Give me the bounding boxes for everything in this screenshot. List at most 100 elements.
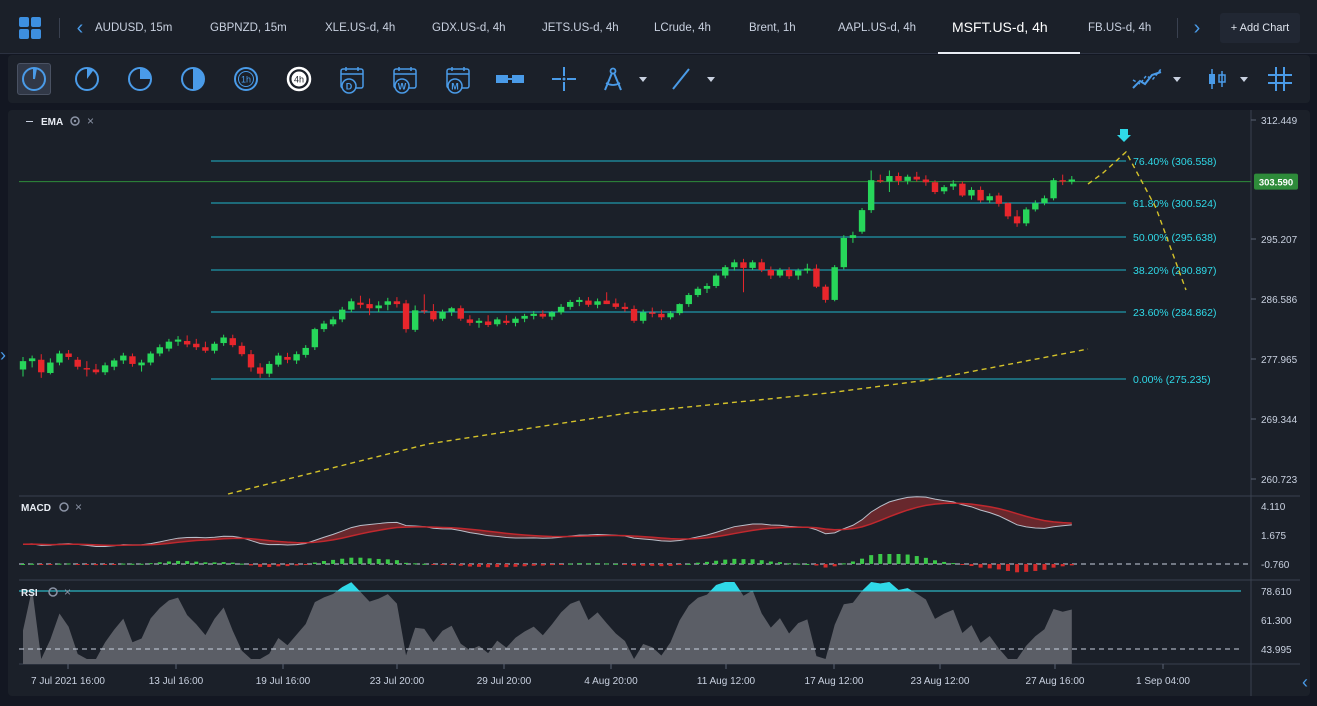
- macd-histogram-bar: [130, 563, 135, 565]
- price-axis-label: 312.449: [1261, 116, 1298, 127]
- macd-histogram-bar: [641, 564, 646, 566]
- timeframe-30m-icon[interactable]: [176, 63, 210, 95]
- tab-brent[interactable]: Brent, 1h: [749, 0, 796, 54]
- tabs-scroll-left-icon[interactable]: ‹: [72, 17, 88, 39]
- tabs-scroll-right-icon[interactable]: ›: [1189, 17, 1205, 39]
- grid-toggle-icon[interactable]: [1263, 63, 1297, 95]
- compass-drawing-icon[interactable]: [596, 63, 630, 95]
- ema-settings-icon[interactable]: [70, 116, 80, 126]
- crosshair-icon[interactable]: [547, 63, 581, 95]
- macd-histogram-bar: [367, 558, 372, 564]
- macd-histogram-bar: [887, 554, 892, 564]
- macd-histogram-bar: [285, 564, 290, 567]
- rsi-remove-icon[interactable]: ×: [64, 585, 71, 599]
- candlestick-chart[interactable]: EMA × 76.40% (306.558) 61.80% (300.524) 50…: [8, 110, 1310, 696]
- candle: [38, 354, 45, 378]
- fib-level-label: 38.20% (290.897): [1133, 265, 1216, 277]
- apps-grid-icon[interactable]: [19, 17, 41, 39]
- candle: [931, 180, 939, 195]
- timeframe-4h-label: 4h: [294, 75, 304, 85]
- fib-level-label: 76.40% (306.558): [1133, 156, 1216, 168]
- macd-histogram-bar: [321, 560, 326, 564]
- left-panel-toggle-icon[interactable]: ›: [0, 345, 6, 366]
- candle: [867, 170, 875, 213]
- chart-toolbar: 1h 4h D W M: [8, 55, 1310, 103]
- candle: [311, 327, 319, 351]
- macd-histogram-bar: [93, 564, 98, 566]
- fibonacci-retracement[interactable]: 76.40% (306.558) 61.80% (300.524) 50.00% (…: [211, 156, 1216, 386]
- candle: [576, 297, 583, 307]
- tab-jets[interactable]: JETS.US-d, 4h: [542, 0, 619, 54]
- timeframe-1h-icon[interactable]: 1h: [229, 63, 263, 95]
- rsi-indicator-label: RSI: [21, 588, 38, 599]
- candle: [402, 299, 410, 333]
- macd-histogram-bar: [258, 564, 263, 567]
- macd-histogram-bar: [850, 561, 855, 564]
- timeframe-weekly-icon[interactable]: W: [389, 63, 423, 95]
- candle: [749, 260, 756, 270]
- compass-dropdown-caret-icon[interactable]: [639, 77, 647, 82]
- trend-line-icon[interactable]: [664, 63, 698, 95]
- macd-histogram-bar: [568, 563, 573, 565]
- tab-audusd[interactable]: AUDUSD, 15m: [95, 0, 172, 54]
- fib-level-label: 23.60% (284.862): [1133, 307, 1216, 319]
- ema-remove-icon[interactable]: ×: [87, 114, 94, 128]
- line-dropdown-caret-icon[interactable]: [707, 77, 715, 82]
- macd-remove-icon[interactable]: ×: [75, 500, 82, 514]
- candle: [120, 352, 127, 364]
- macd-histogram-bar: [194, 561, 199, 564]
- macd-histogram-bar: [148, 563, 153, 565]
- timeframe-monthly-icon[interactable]: M: [442, 63, 476, 95]
- tab-gbpnzd[interactable]: GBPNZD, 15m: [210, 0, 287, 54]
- indicators-dropdown-caret-icon[interactable]: [1173, 77, 1181, 82]
- candle: [339, 306, 346, 323]
- macd-histogram-bar: [404, 562, 409, 564]
- timeframe-daily-label: D: [346, 82, 353, 92]
- timeframe-15m-icon[interactable]: [123, 63, 157, 95]
- tab-fb[interactable]: FB.US-d, 4h: [1088, 0, 1151, 54]
- tab-lcrude[interactable]: LCrude, 4h: [654, 0, 711, 54]
- tab-gdx[interactable]: GDX.US-d, 4h: [432, 0, 506, 54]
- candle: [92, 363, 100, 375]
- timeframe-daily-icon[interactable]: D: [336, 63, 370, 95]
- fib-level-label: 50.00% (295.638): [1133, 232, 1216, 244]
- candle: [731, 259, 738, 271]
- macd-histogram-bar: [860, 558, 865, 564]
- macd-histogram-bar: [513, 564, 518, 567]
- rsi-axis-label: 61.300: [1261, 616, 1292, 627]
- timeframe-1m-icon[interactable]: [17, 63, 51, 95]
- macd-histogram-bar: [951, 563, 956, 565]
- candlestick-type-icon[interactable]: [1200, 63, 1234, 95]
- candle: [804, 263, 811, 274]
- add-chart-button[interactable]: + Add Chart: [1220, 13, 1300, 43]
- horizontal-ruler-icon[interactable]: [493, 63, 527, 95]
- macd-histogram-bar: [969, 564, 974, 567]
- right-panel-toggle-icon[interactable]: ‹: [1302, 672, 1308, 693]
- tab-xle[interactable]: XLE.US-d, 4h: [325, 0, 395, 54]
- macd-histogram-bar: [577, 563, 582, 565]
- indicators-icon[interactable]: [1130, 63, 1164, 95]
- candle: [47, 358, 54, 375]
- candle: [968, 187, 975, 200]
- macd-histogram-bar: [978, 564, 983, 568]
- candle: [722, 265, 729, 279]
- candle: [293, 351, 300, 364]
- time-axis-label: 23 Aug 12:00: [911, 676, 970, 687]
- macd-histogram-bar: [422, 563, 427, 565]
- forecast-down-arrow-icon[interactable]: [1117, 129, 1131, 142]
- macd-histogram-bar: [540, 564, 545, 566]
- candle: [83, 361, 91, 377]
- macd-histogram-bar: [458, 564, 463, 566]
- chart-type-dropdown-caret-icon[interactable]: [1240, 77, 1248, 82]
- macd-settings-icon[interactable]: [59, 502, 69, 512]
- macd-histogram-bar: [1005, 564, 1010, 571]
- macd-histogram-bar: [987, 564, 992, 569]
- rsi-settings-icon[interactable]: [48, 587, 58, 597]
- candle: [1041, 195, 1048, 206]
- timeframe-5m-icon[interactable]: [70, 63, 104, 95]
- tab-msft[interactable]: MSFT.US-d, 4h: [938, 0, 1080, 54]
- candle: [101, 362, 109, 376]
- tab-aapl[interactable]: AAPL.US-d, 4h: [838, 0, 916, 54]
- timeframe-4h-icon[interactable]: 4h: [282, 63, 316, 95]
- chart-panel[interactable]: EMA × 76.40% (306.558) 61.80% (300.524) 50…: [8, 110, 1310, 696]
